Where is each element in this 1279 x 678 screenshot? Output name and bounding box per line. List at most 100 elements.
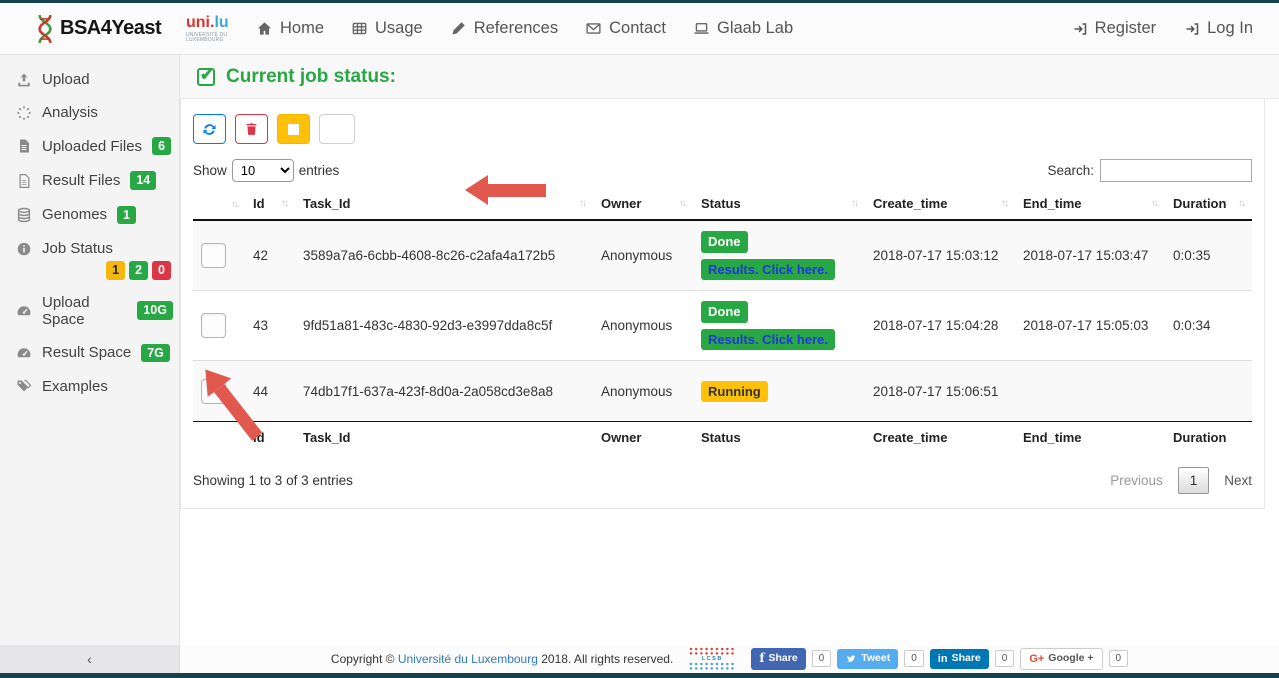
footer-column-id: Id xyxy=(245,422,295,454)
task-id-cell: 3589a7a6-6cbb-4608-8c26-c2afa4a172b5 xyxy=(295,220,593,291)
column-header-task-id[interactable]: Task_Id↑↓ xyxy=(295,190,593,220)
owner-cell: Anonymous xyxy=(593,291,693,361)
sidebar-item-uploaded-files[interactable]: Uploaded Files 6 xyxy=(0,129,179,163)
spinner-icon xyxy=(16,105,32,121)
row-checkbox[interactable] xyxy=(201,243,226,268)
table-icon xyxy=(351,20,368,37)
stop-button[interactable] xyxy=(277,114,310,144)
space-badge: 7G xyxy=(141,344,170,362)
footer-column-duration: Duration xyxy=(1165,422,1252,454)
column-header-owner[interactable]: Owner↑↓ xyxy=(593,190,693,220)
refresh-icon xyxy=(202,122,217,137)
sort-icon: ↑↓ xyxy=(1238,198,1244,209)
sidebar: Upload Analysis Uploaded Files 6 Result … xyxy=(0,55,180,645)
linkedin-icon: in xyxy=(938,652,948,666)
refresh-button[interactable] xyxy=(193,114,226,144)
column-header-status[interactable]: Status↑↓ xyxy=(693,190,865,220)
pagination-previous[interactable]: Previous xyxy=(1110,473,1163,488)
pagination-next[interactable]: Next xyxy=(1224,473,1252,488)
end-time-cell: 2018-07-17 15:03:47 xyxy=(1015,220,1165,291)
googleplus-icon: G+ xyxy=(1029,652,1044,666)
nav-link-usage[interactable]: Usage xyxy=(351,19,423,38)
count-badge: 14 xyxy=(130,171,156,189)
table-controls: Show10entries Search: xyxy=(193,159,1252,182)
job-toolbar xyxy=(193,114,1252,144)
page-title: Current job status: xyxy=(226,66,396,88)
duration-cell: 0:0:34 xyxy=(1165,291,1252,361)
sign-in-icon xyxy=(1184,21,1200,37)
sort-icon: ↑↓ xyxy=(281,198,287,209)
end-time-cell xyxy=(1015,361,1165,422)
job-status-badges: 1 2 0 xyxy=(0,261,179,285)
task-id-cell: 9fd51a81-483c-4830-92d3-e3997dda8c5f xyxy=(295,291,593,361)
sidebar-item-upload-space[interactable]: Upload Space 10G xyxy=(0,286,179,336)
googleplus-share-count: 0 xyxy=(1109,650,1129,667)
search-input[interactable] xyxy=(1100,159,1252,182)
sort-icon: ↑↓ xyxy=(1001,198,1007,209)
column-header-select[interactable]: ↑↓ xyxy=(193,190,245,220)
row-checkbox[interactable] xyxy=(201,313,226,338)
checked-box-icon: ✔ xyxy=(197,68,215,86)
sidebar-item-label: Result Files xyxy=(42,172,120,189)
delete-button[interactable] xyxy=(235,114,268,144)
table-row: 439fd51a81-483c-4830-92d3-e3997dda8c5fAn… xyxy=(193,291,1252,361)
university-link[interactable]: Université du Luxembourg xyxy=(398,652,538,666)
column-header-create-time[interactable]: Create_time↑↓ xyxy=(865,190,1015,220)
facebook-share-button[interactable]: fShare xyxy=(751,648,805,670)
pagination-page-1[interactable]: 1 xyxy=(1178,467,1210,494)
sidebar-item-label: Upload xyxy=(42,71,90,88)
blank-button[interactable] xyxy=(319,114,355,144)
status-badge: Running xyxy=(701,381,768,403)
nav-link-references[interactable]: References xyxy=(450,19,558,38)
nav-link-home[interactable]: Home xyxy=(256,19,324,38)
login-link[interactable]: Log In xyxy=(1184,19,1253,38)
owner-cell: Anonymous xyxy=(593,361,693,422)
page-length-control: Show10entries xyxy=(193,159,339,182)
select-cell xyxy=(193,291,245,361)
sidebar-item-genomes[interactable]: Genomes 1 xyxy=(0,198,179,232)
entries-label: entries xyxy=(299,163,340,178)
column-header-id[interactable]: Id↑↓ xyxy=(245,190,295,220)
column-header-end-time[interactable]: End_time↑↓ xyxy=(1015,190,1165,220)
jobs-done-badge: 2 xyxy=(129,261,148,279)
googleplus-share-button[interactable]: G+Google + xyxy=(1020,648,1102,670)
nav-link-label: Glaab Lab xyxy=(717,19,793,38)
sidebar-item-label: Genomes xyxy=(42,206,107,223)
nav-link-label: Contact xyxy=(609,19,666,38)
sidebar-item-examples[interactable]: Examples xyxy=(0,370,179,403)
table-info-bar: Showing 1 to 3 of 3 entries Previous 1 N… xyxy=(193,467,1252,498)
nav-link-glaab-lab[interactable]: Glaab Lab xyxy=(693,19,793,38)
facebook-share-count: 0 xyxy=(812,650,832,667)
page-length-select[interactable]: 10 xyxy=(232,159,294,182)
jobs-pending-badge: 1 xyxy=(106,261,125,279)
sidebar-item-result-files[interactable]: Result Files 14 xyxy=(0,163,179,197)
footer-column-create-time: Create_time xyxy=(865,422,1015,454)
sidebar-collapse-button[interactable]: ‹ xyxy=(0,645,180,673)
lcsb-logo: LCSB xyxy=(689,647,735,671)
sidebar-item-label: Job Status xyxy=(42,240,113,257)
brand[interactable]: BSA4Yeast xyxy=(0,14,186,44)
uni-lu-logo: uni.lu UNIVERSITÉ DU LUXEMBOURG xyxy=(186,15,238,43)
linkedin-share-button[interactable]: inShare xyxy=(930,649,989,669)
nav-link-label: Usage xyxy=(375,19,423,38)
results-link-badge[interactable]: Results. Click here. xyxy=(701,259,835,281)
id-cell: 42 xyxy=(245,220,295,291)
row-checkbox-checked[interactable]: ✔ xyxy=(201,379,226,404)
sort-icon: ↑↓ xyxy=(851,198,857,209)
results-link-badge[interactable]: Results. Click here. xyxy=(701,329,835,351)
file-outline-icon xyxy=(16,173,32,189)
table-row: 423589a7a6-6cbb-4608-8c26-c2afa4a172b5An… xyxy=(193,220,1252,291)
sidebar-item-analysis[interactable]: Analysis xyxy=(0,96,179,129)
sidebar-item-result-space[interactable]: Result Space 7G xyxy=(0,336,179,370)
twitter-tweet-button[interactable]: Tweet xyxy=(837,649,898,669)
column-header-duration[interactable]: Duration↑↓ xyxy=(1165,190,1252,220)
facebook-icon: f xyxy=(759,651,764,667)
linkedin-share-count: 0 xyxy=(995,650,1015,667)
nav-link-contact[interactable]: Contact xyxy=(585,19,666,38)
sidebar-item-upload[interactable]: Upload xyxy=(0,63,179,96)
database-icon xyxy=(16,207,32,223)
main-content: ✔ Current job status: Show10entries xyxy=(180,55,1279,645)
twitter-share-count: 0 xyxy=(904,650,924,667)
register-link[interactable]: Register xyxy=(1072,19,1156,38)
sort-icon: ↑↓ xyxy=(579,198,585,209)
